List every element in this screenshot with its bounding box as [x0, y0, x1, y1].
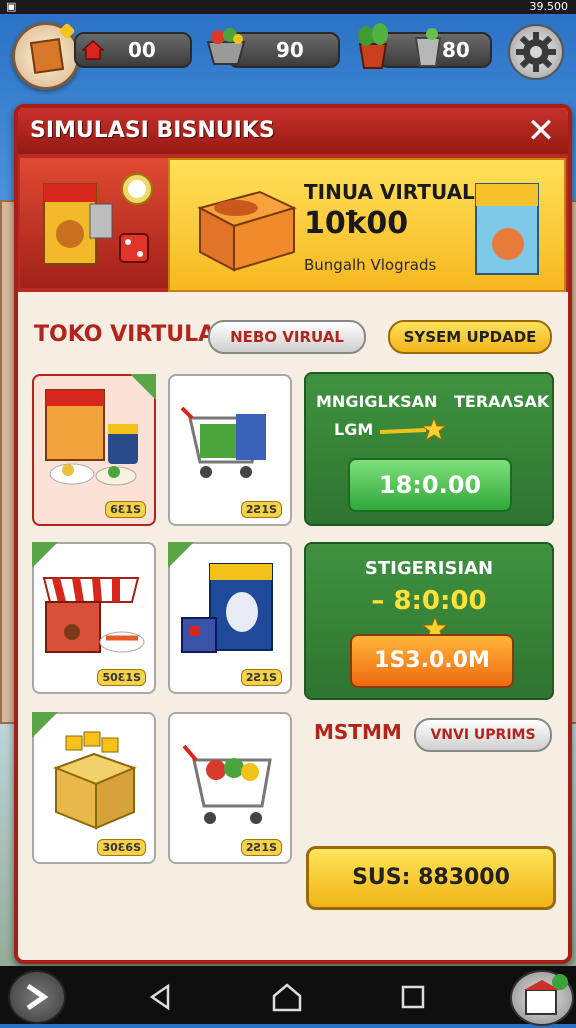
shop-app-button[interactable] [510, 970, 574, 1026]
player-avatar[interactable] [12, 22, 80, 90]
back-arrow-app-button[interactable] [8, 970, 66, 1024]
banner-right-panel: TINUA VIRTUAL 10ꝁ00 Bungalh Vlograds [168, 158, 566, 292]
collect-green-button-label: 18:0.00 [378, 471, 482, 499]
token-icon [121, 173, 153, 205]
close-button[interactable]: ✕ [524, 114, 558, 148]
status-label-right: TERAɅSAK [454, 392, 550, 411]
resource-counter-house[interactable]: 00 [74, 32, 192, 68]
package-box-icon [197, 190, 297, 272]
upgrade-value: – 8:0:00 [371, 586, 487, 616]
status-label-lgm: LGM [334, 420, 374, 439]
nav-recents-button[interactable] [398, 982, 428, 1012]
side-upgrade-button-label: VNVI UPRIMS [430, 727, 536, 743]
product-card-product-box[interactable]: 2Ƨ1S [168, 542, 292, 694]
cereal-box-icon [475, 183, 539, 275]
balance-button[interactable]: SUS: 883000 [306, 846, 556, 910]
status-right-text: 39.500 [529, 0, 569, 13]
upgrade-title: STIGERISIAN [364, 558, 494, 579]
resource-value-house: 00 [128, 38, 156, 62]
upgrade-orange-button-label: 1S3.0.0M [374, 648, 490, 673]
food-package-icon [45, 389, 138, 486]
resource-value-basket: 90 [276, 38, 304, 62]
tab-system-update[interactable]: SYSEM UPDADE [388, 320, 552, 354]
house-icon [82, 39, 104, 60]
promo-banner[interactable]: TINUA VIRTUAL 10ꝁ00 Bungalh Vlograds [18, 154, 568, 292]
nav-home-icon [272, 983, 302, 1012]
shopping-cart-icon [180, 406, 266, 478]
status-label-left: MNGIGLKSAN [316, 392, 438, 411]
product-box-icon [181, 563, 273, 653]
business-simulation-panel: SIMULASI BISNUIKS ✕ TINUA VIRTUAL 10ꝁ00 … [14, 104, 572, 964]
card-price-badge: 2Ƨ1S [240, 839, 282, 856]
image-icon: ▣ [6, 0, 17, 13]
business-status-box: MNGIGLKSAN TERAɅSAK LGM 18:0.00 [304, 372, 554, 526]
resource-value-plant: 80 [442, 38, 470, 62]
close-icon: ✕ [526, 111, 556, 151]
arrow-star-icon [379, 416, 448, 442]
product-card-gold-crate[interactable]: 30Ɛ6S [32, 712, 156, 864]
product-card-grocery-cart[interactable]: 2Ƨ1S [168, 712, 292, 864]
card-price-badge: 2Ƨ1S [240, 669, 282, 686]
exit-arrow-icon [26, 983, 49, 1011]
basket-icon [206, 28, 246, 65]
bucket-icon [414, 28, 442, 67]
gold-crate-icon [53, 731, 137, 830]
nav-recents-icon [401, 985, 425, 1009]
side-label: MSTMM [314, 720, 402, 744]
panel-title: SIMULASI BISNUIKS [30, 118, 275, 143]
product-card-food-package[interactable]: 6Ɛ1S [32, 374, 156, 526]
status-bar: ▣ 39.500 [0, 0, 576, 14]
product-card-market-stall[interactable]: 50Ɛ1S [32, 542, 156, 694]
banner-value: 10ꝁ00 [304, 206, 409, 241]
card-price-badge: 2Ƨ1S [240, 501, 282, 518]
panel-title-bar: SIMULASI BISNUIKS ✕ [18, 108, 568, 154]
nav-back-button[interactable] [144, 980, 178, 1014]
product-card-shopping-cart[interactable]: 2Ƨ1S [168, 374, 292, 526]
snack-box-icon [43, 183, 113, 265]
top-resource-bar: 00 90 80 [0, 14, 576, 90]
card-price-badge: 6Ɛ1S [105, 501, 146, 518]
tag-icon [58, 22, 76, 40]
box-icon [29, 38, 65, 74]
card-price-badge: 30Ɛ6S [97, 839, 146, 856]
shop-icon [524, 974, 568, 1015]
settings-gear-button[interactable] [508, 24, 564, 80]
balance-button-label: SUS: 883000 [352, 865, 510, 890]
card-price-badge: 50Ɛ1S [97, 669, 146, 686]
tab-virtual-store-label: NEBO VIRUAL [230, 328, 344, 346]
market-stall-icon [42, 577, 145, 653]
upgrade-orange-button[interactable]: 1S3.0.0M [350, 634, 514, 688]
collect-green-button[interactable]: 18:0.00 [348, 458, 512, 512]
grocery-cart-icon [182, 744, 272, 824]
banner-title: TINUA VIRTUAL [304, 180, 475, 204]
system-navigation-bar [0, 966, 576, 1026]
upgrade-box: STIGERISIAN – 8:0:00 1S3.0.0M [304, 542, 554, 700]
section-title: TOKO VIRTULA [34, 322, 216, 347]
nav-back-icon [149, 983, 170, 1011]
plant-icon [358, 23, 388, 69]
tab-virtual-store[interactable]: NEBO VIRUAL [208, 320, 366, 354]
dice-icon [119, 233, 149, 263]
side-upgrade-button[interactable]: VNVI UPRIMS [414, 718, 552, 752]
banner-subtitle: Bungalh Vlograds [304, 256, 437, 274]
tab-system-update-label: SYSEM UPDADE [403, 328, 537, 346]
banner-left-art [20, 158, 168, 288]
gear-icon [516, 32, 556, 72]
nav-home-button[interactable] [270, 980, 304, 1014]
